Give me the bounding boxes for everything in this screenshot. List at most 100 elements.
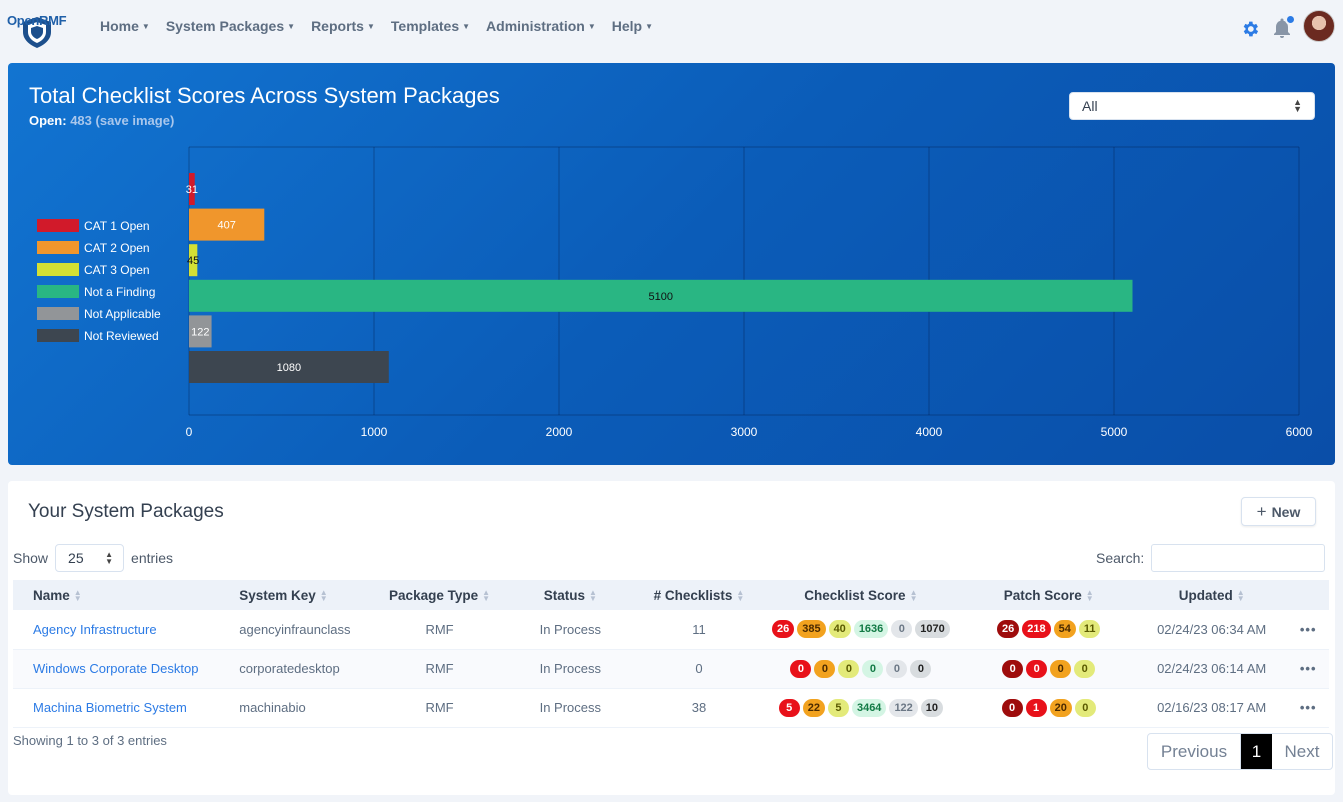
patch-score-pill: 26 xyxy=(996,620,1020,639)
patch-score-pill: 0 xyxy=(1074,659,1096,678)
show-label: Show xyxy=(13,550,49,566)
nav-templates[interactable]: Templates ▼ xyxy=(391,18,470,34)
checklist-score-cell: 000000 xyxy=(760,649,962,689)
patch-score-pill: 0 xyxy=(1074,698,1096,717)
user-avatar[interactable] xyxy=(1303,10,1335,42)
checklist-score-pill: 22 xyxy=(802,698,825,717)
system-packages-card: Your System Packages + New Show 25 ▲ ▼ en… xyxy=(8,481,1335,795)
x-tick-label: 6000 xyxy=(1286,425,1313,439)
next-page-button[interactable]: Next xyxy=(1272,734,1332,769)
checklist-score-pill: 40 xyxy=(828,620,851,639)
checklist-bar-chart: 0 1000 2000 3000 4000 5000 6000 31 407 45 5100 122 1… xyxy=(37,146,1313,439)
system-key-cell: agencyinfraunclass xyxy=(239,610,377,650)
caret-down-icon: ▼ xyxy=(141,21,150,31)
x-tick-label: 3000 xyxy=(731,425,758,439)
sort-icon: ▲ ▼ xyxy=(73,587,82,603)
ellipsis-icon[interactable]: ••• xyxy=(1300,622,1317,637)
nav-reports[interactable]: Reports ▼ xyxy=(311,18,375,34)
system-key-cell: machinabio xyxy=(239,688,377,728)
legend-label: CAT 2 Open xyxy=(84,241,150,255)
sort-icon: ▲ ▼ xyxy=(588,587,597,603)
package-name-link[interactable]: Machina Biometric System xyxy=(33,700,187,715)
search-input[interactable] xyxy=(1151,544,1326,572)
patch-score-pill: 20 xyxy=(1049,698,1072,717)
col-patch-score[interactable]: Patch Score ▲ ▼ xyxy=(962,580,1136,610)
checklist-score-pill: 385 xyxy=(797,620,826,639)
col-package-type[interactable]: Package Type ▲ ▼ xyxy=(376,580,503,610)
nav-system-packages[interactable]: System Packages ▼ xyxy=(166,18,295,34)
patch-score-pills: 0000 xyxy=(1002,659,1096,678)
updated-cell: 02/24/23 06:34 AM xyxy=(1135,610,1288,650)
caret-down-icon: ▼ xyxy=(462,21,471,31)
col-checklists[interactable]: # Checklists ▲ ▼ xyxy=(638,580,760,610)
caret-down-icon: ▼ xyxy=(587,21,596,31)
col-status[interactable]: Status ▲ ▼ xyxy=(503,580,638,610)
notifications-button[interactable] xyxy=(1271,14,1296,39)
legend-label: Not a Finding xyxy=(84,285,155,299)
status-cell: In Process xyxy=(502,688,638,728)
ellipsis-icon[interactable]: ••• xyxy=(1300,700,1317,715)
checklists-count-cell: 0 xyxy=(637,649,761,689)
legend-swatch xyxy=(37,329,79,342)
checklist-score-pill: 122 xyxy=(889,698,918,717)
caret-down-icon: ▼ xyxy=(645,21,653,31)
plus-icon: + xyxy=(1256,501,1267,521)
new-label: New xyxy=(1271,503,1301,520)
sort-icon: ▲ ▼ xyxy=(319,587,328,603)
patch-score-cell: 0000 xyxy=(961,649,1136,689)
packages-table: Name ▲ ▼ System Key ▲ ▼ Package Type ▲ ▼ Statu… xyxy=(13,580,1329,728)
caret-down-icon: ▼ xyxy=(366,21,375,31)
search-label: Search: xyxy=(1096,550,1145,566)
checklist-score-pill: 26 xyxy=(771,620,795,639)
legend-swatch xyxy=(37,219,79,232)
page-length-select[interactable]: 25 ▲ ▼ xyxy=(55,544,125,572)
checklist-score-pill: 0 xyxy=(790,659,812,678)
table-search: Search: xyxy=(1096,544,1326,572)
page-length-control: Show 25 ▲ ▼ entries xyxy=(13,544,173,572)
col-updated[interactable]: Updated ▲ ▼ xyxy=(1136,580,1288,610)
patch-score-pill: 11 xyxy=(1078,620,1101,639)
nav-help[interactable]: Help ▼ xyxy=(612,18,653,34)
patch-score-pill: 0 xyxy=(1026,659,1048,678)
patch-score-pill: 0 xyxy=(1001,698,1023,717)
new-package-button[interactable]: + New xyxy=(1241,497,1316,526)
page-length-value: 25 xyxy=(68,550,84,566)
settings-button[interactable] xyxy=(1239,18,1261,40)
patch-score-pill: 218 xyxy=(1022,620,1051,639)
nav-home[interactable]: Home ▼ xyxy=(100,18,150,34)
x-tick-label: 2000 xyxy=(546,425,573,439)
sort-icon: ▲ ▼ xyxy=(909,587,918,603)
page-1-button[interactable]: 1 xyxy=(1241,734,1272,769)
sort-icon: ▲ ▼ xyxy=(1236,587,1245,603)
packages-title: Your System Packages xyxy=(28,501,224,522)
logo-text: OpenRMF xyxy=(7,13,67,28)
select-arrows-icon: ▲ ▼ xyxy=(105,550,114,566)
col-checklist-score[interactable]: Checklist Score ▲ ▼ xyxy=(760,580,961,610)
checklist-score-pill: 0 xyxy=(838,659,860,678)
ellipsis-icon[interactable]: ••• xyxy=(1300,661,1317,676)
nav-administration[interactable]: Administration ▼ xyxy=(486,18,596,34)
x-tick-label: 1000 xyxy=(361,425,388,439)
bar-value-label: 45 xyxy=(187,255,199,267)
openrmf-logo[interactable]: OpenRMF xyxy=(7,7,67,49)
previous-page-button[interactable]: Previous xyxy=(1148,734,1241,769)
table-row: Machina Biometric System machinabio RMF In … xyxy=(13,688,1329,728)
package-name-link[interactable]: Windows Corporate Desktop xyxy=(33,661,198,676)
package-name-link[interactable]: Agency Infrastructure xyxy=(33,622,157,637)
checklist-score-pill: 0 xyxy=(886,659,908,678)
checklist-score-pill: 1070 xyxy=(915,620,950,639)
bar-value-label: 122 xyxy=(191,326,209,338)
checklist-score-cell: 26 385 40 1636 0 1070 xyxy=(760,610,962,650)
checklist-score-pill: 1636 xyxy=(853,620,889,639)
system-key-cell: corporatedesktop xyxy=(239,649,377,689)
col-name[interactable]: Name ▲ ▼ xyxy=(13,580,239,610)
sort-icon: ▲ ▼ xyxy=(1085,587,1094,603)
checklist-score-pills: 000000 xyxy=(790,659,932,678)
legend-label: Not Applicable xyxy=(84,307,161,321)
patch-score-pills: 26 218 54 11 xyxy=(996,620,1101,639)
bar-value-label: 1080 xyxy=(277,362,301,374)
col-system-key[interactable]: System Key ▲ ▼ xyxy=(239,580,376,610)
bar-value-label: 5100 xyxy=(649,291,673,303)
checklist-score-pill: 5 xyxy=(827,698,849,717)
table-header-row: Name ▲ ▼ System Key ▲ ▼ Package Type ▲ ▼ Statu… xyxy=(13,580,1329,610)
